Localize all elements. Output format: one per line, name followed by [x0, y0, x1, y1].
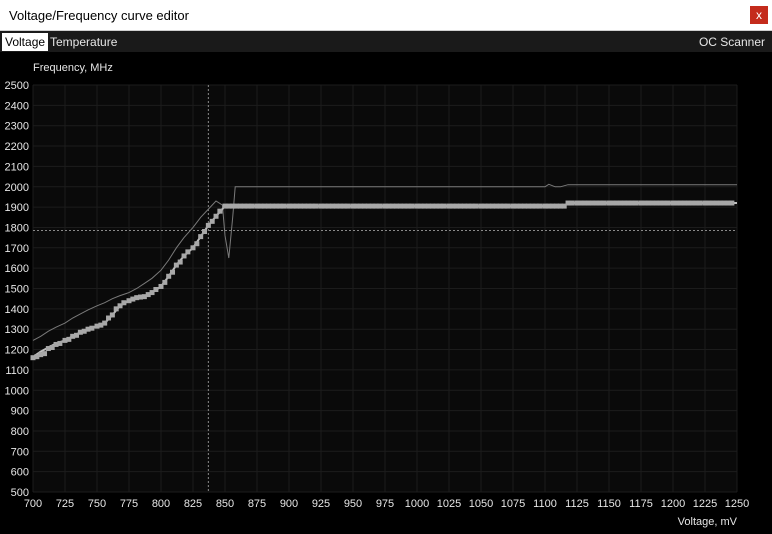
y-tick-label: 1200 — [5, 345, 29, 357]
curve-point — [633, 200, 639, 206]
curve-point — [121, 300, 127, 306]
curve-point — [162, 279, 168, 285]
curve-point — [697, 200, 703, 206]
x-tick-label: 950 — [344, 498, 362, 510]
curve-point — [409, 203, 415, 209]
y-tick-label: 2000 — [5, 182, 29, 194]
y-tick-label: 1600 — [5, 263, 29, 275]
y-tick-label: 800 — [11, 426, 29, 438]
x-tick-label: 1050 — [469, 498, 493, 510]
y-tick-label: 1700 — [5, 243, 29, 255]
y-tick-label: 2200 — [5, 141, 29, 153]
curve-point — [198, 234, 204, 240]
y-tick-label: 700 — [11, 446, 29, 458]
curve-point — [313, 203, 319, 209]
y-tick-label: 1100 — [5, 365, 29, 377]
y-tick-label: 1800 — [5, 222, 29, 234]
x-tick-label: 1200 — [661, 498, 685, 510]
curve-point — [170, 269, 176, 275]
curve-point — [249, 203, 255, 209]
title-bar: Voltage/Frequency curve editor x — [0, 0, 772, 31]
curve-point — [601, 200, 607, 206]
curve-point — [665, 200, 671, 206]
x-tick-label: 1075 — [501, 498, 525, 510]
x-axis-label: Voltage, mV — [678, 516, 738, 528]
x-tick-label: 1100 — [533, 498, 557, 510]
y-tick-label: 1000 — [5, 385, 29, 397]
x-tick-label: 1150 — [597, 498, 621, 510]
window-title: Voltage/Frequency curve editor — [9, 8, 189, 23]
tab-bar: Voltage Temperature OC Scanner — [0, 31, 772, 52]
x-tick-label: 850 — [216, 498, 234, 510]
x-tick-label: 1225 — [693, 498, 717, 510]
x-tick-label: 1025 — [437, 498, 461, 510]
x-tick-label: 975 — [376, 498, 394, 510]
x-tick-label: 900 — [280, 498, 298, 510]
curve-point — [102, 320, 108, 326]
curve-point — [185, 249, 191, 255]
x-tick-label: 1125 — [565, 498, 589, 510]
x-tick-label: 875 — [248, 498, 266, 510]
y-tick-label: 900 — [11, 406, 29, 418]
y-tick-label: 1500 — [5, 284, 29, 296]
curve-point — [473, 203, 479, 209]
x-tick-label: 925 — [312, 498, 330, 510]
curve-point — [109, 312, 115, 318]
x-tick-label: 775 — [120, 498, 138, 510]
curve-point — [441, 203, 447, 209]
curve-editor-window: Voltage/Frequency curve editor x Voltage… — [0, 0, 772, 534]
y-tick-label: 2500 — [5, 80, 29, 92]
y-tick-label: 1300 — [5, 324, 29, 336]
curve-point — [281, 203, 287, 209]
x-tick-label: 825 — [184, 498, 202, 510]
y-tick-label: 2100 — [5, 161, 29, 173]
curve-point — [177, 259, 183, 265]
tab-temperature[interactable]: Temperature — [47, 33, 120, 51]
curve-point — [505, 203, 511, 209]
x-tick-label: 800 — [152, 498, 170, 510]
x-tick-label: 700 — [24, 498, 42, 510]
y-axis-label: Frequency, MHz — [33, 62, 113, 74]
y-tick-label: 1900 — [5, 202, 29, 214]
curve-point — [202, 229, 208, 235]
y-tick-label: 600 — [11, 467, 29, 479]
curve-point — [57, 340, 63, 346]
curve-point — [377, 203, 383, 209]
curve-point — [194, 241, 200, 247]
curve-point — [537, 203, 543, 209]
y-tick-label: 2300 — [5, 121, 29, 133]
x-tick-label: 725 — [56, 498, 74, 510]
x-tick-label: 1000 — [405, 498, 429, 510]
tab-voltage[interactable]: Voltage — [2, 33, 49, 51]
curve-point — [89, 325, 95, 331]
y-tick-label: 2400 — [5, 100, 29, 112]
x-tick-label: 1250 — [725, 498, 749, 510]
curve-point — [345, 203, 351, 209]
x-tick-label: 750 — [88, 498, 106, 510]
curve-point — [209, 218, 215, 224]
curve-point — [42, 351, 48, 357]
curve-point — [569, 200, 575, 206]
x-tick-label: 1175 — [629, 498, 653, 510]
y-tick-label: 1400 — [5, 304, 29, 316]
vf-curve-chart[interactable]: 5006007008009001000110012001300140015001… — [0, 52, 772, 534]
curve-point — [213, 213, 219, 219]
tab-oc-scanner[interactable]: OC Scanner — [696, 33, 768, 51]
curve-point — [153, 287, 159, 293]
curve-point — [217, 208, 223, 214]
close-button[interactable]: x — [750, 6, 768, 24]
curve-point — [729, 200, 735, 206]
